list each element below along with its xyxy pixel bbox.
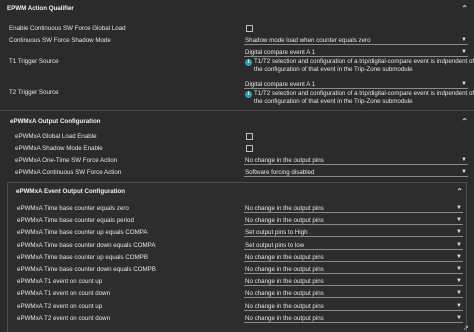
chevron-down-icon: ▼: [461, 157, 467, 163]
event-row-value: Set output pins to High: [245, 229, 308, 236]
event-row-select[interactable]: No change in the output pins ▼: [244, 302, 463, 311]
chevron-down-icon: ▼: [461, 49, 467, 55]
event-row-value: No change in the output pins: [245, 278, 324, 285]
shadow-mode-enable-label: ePWMxA Shadow Mode Enable: [15, 145, 103, 152]
shadow-mode-enable-checkbox[interactable]: [246, 145, 253, 152]
global-load-enable-row: ePWMxA Global Load Enable: [0, 132, 474, 142]
t1-info-text: T1/T2 selection and configuration of a t…: [254, 58, 474, 73]
shadow-mode-label: Continuous SW Force Shadow Mode: [9, 37, 111, 44]
t2-trigger-select[interactable]: Digital compare event A 1 ▼: [244, 80, 468, 89]
event-row-label: ePWMxA Time base counter equals period: [17, 217, 134, 224]
event-row-select[interactable]: No change in the output pins ▼: [244, 204, 463, 213]
event-row: ePWMxA T1 event on count down No change i…: [0, 289, 474, 299]
event-row-label: ePWMxA Time base counter up equals COMPB: [17, 254, 149, 261]
one-time-force-select[interactable]: No change in the output pins ▼: [244, 156, 468, 165]
one-time-force-value: No change in the output pins: [245, 157, 324, 164]
event-row-value: No change in the output pins: [245, 266, 324, 273]
event-row-select[interactable]: No change in the output pins ▼: [244, 253, 463, 262]
chevron-down-icon: ▼: [456, 278, 462, 284]
event-row-select[interactable]: No change in the output pins ▼: [244, 289, 463, 298]
continuous-force-value: Software forcing disabled: [245, 169, 315, 176]
chevron-down-icon: ▼: [456, 254, 462, 260]
t1-trigger-select[interactable]: Digital compare event A 1 ▼: [244, 48, 468, 57]
chevron-down-icon: ▼: [456, 290, 462, 296]
chevron-down-icon: ▼: [456, 242, 462, 248]
event-row-label: ePWMxA Time base counter down equals COM…: [17, 242, 156, 249]
event-row-label: ePWMxA T1 event on count up: [17, 278, 103, 285]
section-divider: [0, 110, 474, 111]
shadow-mode-select[interactable]: Shadow mode load when counter equals zer…: [244, 36, 468, 45]
event-row-value: No change in the output pins: [245, 205, 324, 212]
event-row-value: No change in the output pins: [245, 315, 324, 322]
event-row-label: ePWMxA T2 event on count down: [17, 315, 111, 322]
enable-global-load-label: Enable Continuous SW Force Global Load: [9, 25, 126, 32]
t1-select-row: Digital compare event A 1 ▼: [0, 48, 474, 58]
chevron-down-icon: ▼: [456, 315, 462, 321]
shadow-mode-row: Continuous SW Force Shadow Mode Shadow m…: [0, 36, 474, 46]
t1-info-row: i T1/T2 selection and configuration of a…: [0, 58, 474, 76]
event-row-select[interactable]: No change in the output pins ▼: [244, 277, 463, 286]
info-icon: i: [245, 59, 252, 66]
event-row-value: No change in the output pins: [245, 254, 324, 261]
event-row-label: ePWMxA T2 event on count up: [17, 303, 103, 310]
shadow-mode-value: Shadow mode load when counter equals zer…: [245, 37, 371, 44]
global-load-enable-checkbox[interactable]: [246, 133, 253, 140]
event-row: ePWMxA Time base counter down equals COM…: [0, 241, 474, 251]
event-row: ePWMxA Time base counter equals period No…: [0, 216, 474, 226]
chevron-up-icon[interactable]: ⌃: [461, 117, 468, 126]
event-row: ePWMxA Time base counter down equals COM…: [0, 265, 474, 275]
event-row: ePWMxA T1 event on count up No change in …: [0, 277, 474, 287]
info-icon: i: [245, 91, 252, 98]
chevron-down-icon: ▼: [461, 37, 467, 43]
event-row-value: No change in the output pins: [245, 217, 324, 224]
event-row-label: ePWMxA Time base counter down equals COM…: [17, 266, 156, 273]
action-qualifier-title: EPWM Action Qualifier: [7, 5, 74, 12]
t2-trigger-value: Digital compare event A 1: [245, 81, 316, 88]
event-row: ePWMxA Time base counter up equals COMPA…: [0, 228, 474, 238]
event-row-label: ePWMxA Time base counter up equals COMPA: [17, 229, 148, 236]
enable-global-load-checkbox[interactable]: [246, 25, 253, 32]
continuous-force-row: ePWMxA Continuous SW Force Action Softwa…: [0, 168, 474, 178]
event-row-select[interactable]: Set output pins to low ▼: [244, 241, 463, 250]
event-row-select[interactable]: No change in the output pins ▼: [244, 265, 463, 274]
chevron-down-icon: ▼: [456, 303, 462, 309]
output-config-title: ePWMxA Output Configuration: [10, 118, 101, 125]
event-row-select[interactable]: Set output pins to High ▼: [244, 228, 463, 237]
event-row-select[interactable]: No change in the output pins ▼: [244, 216, 463, 225]
event-row-value: Set output pins to low: [245, 242, 305, 249]
event-row: ePWMxA T2 event on count up No change in …: [0, 302, 474, 312]
t2-info-text: T1/T2 selection and configuration of a t…: [254, 90, 474, 105]
external-link-icon[interactable]: ↗: [463, 324, 469, 332]
chevron-down-icon: ▼: [456, 205, 462, 211]
chevron-down-icon: ▼: [461, 169, 467, 175]
event-output-title: ePWMxA Event Output Configuration: [16, 188, 126, 195]
chevron-down-icon: ▼: [461, 81, 467, 87]
one-time-force-label: ePWMxA One-Time SW Force Action: [15, 157, 118, 164]
continuous-force-select[interactable]: Software forcing disabled ▼: [244, 168, 468, 177]
chevron-down-icon: ▼: [456, 229, 462, 235]
continuous-force-label: ePWMxA Continuous SW Force Action: [15, 169, 122, 176]
event-row-label: ePWMxA Time base counter equals zero: [17, 205, 129, 212]
event-row-value: No change in the output pins: [245, 290, 324, 297]
chevron-up-icon[interactable]: ⌃: [456, 187, 463, 196]
event-row: ePWMxA Time base counter up equals COMPB…: [0, 253, 474, 263]
shadow-mode-enable-row: ePWMxA Shadow Mode Enable: [0, 144, 474, 154]
t1-trigger-value: Digital compare event A 1: [245, 49, 316, 56]
event-row: ePWMxA T2 event on count down No change i…: [0, 314, 474, 324]
enable-global-load-row: Enable Continuous SW Force Global Load: [0, 24, 474, 34]
event-row-value: No change in the output pins: [245, 303, 324, 310]
t2-info-row: i T1/T2 selection and configuration of a…: [0, 90, 474, 108]
event-row-select[interactable]: No change in the output pins ▼: [244, 314, 463, 323]
global-load-enable-label: ePWMxA Global Load Enable: [15, 133, 97, 140]
event-row: ePWMxA Time base counter equals zero No c…: [0, 204, 474, 214]
chevron-down-icon: ▼: [456, 266, 462, 272]
t2-select-row: Digital compare event A 1 ▼: [0, 80, 474, 90]
chevron-up-icon[interactable]: ⌃: [461, 4, 468, 13]
chevron-down-icon: ▼: [456, 217, 462, 223]
event-row-label: ePWMxA T1 event on count down: [17, 290, 111, 297]
one-time-force-row: ePWMxA One-Time SW Force Action No chang…: [0, 156, 474, 166]
